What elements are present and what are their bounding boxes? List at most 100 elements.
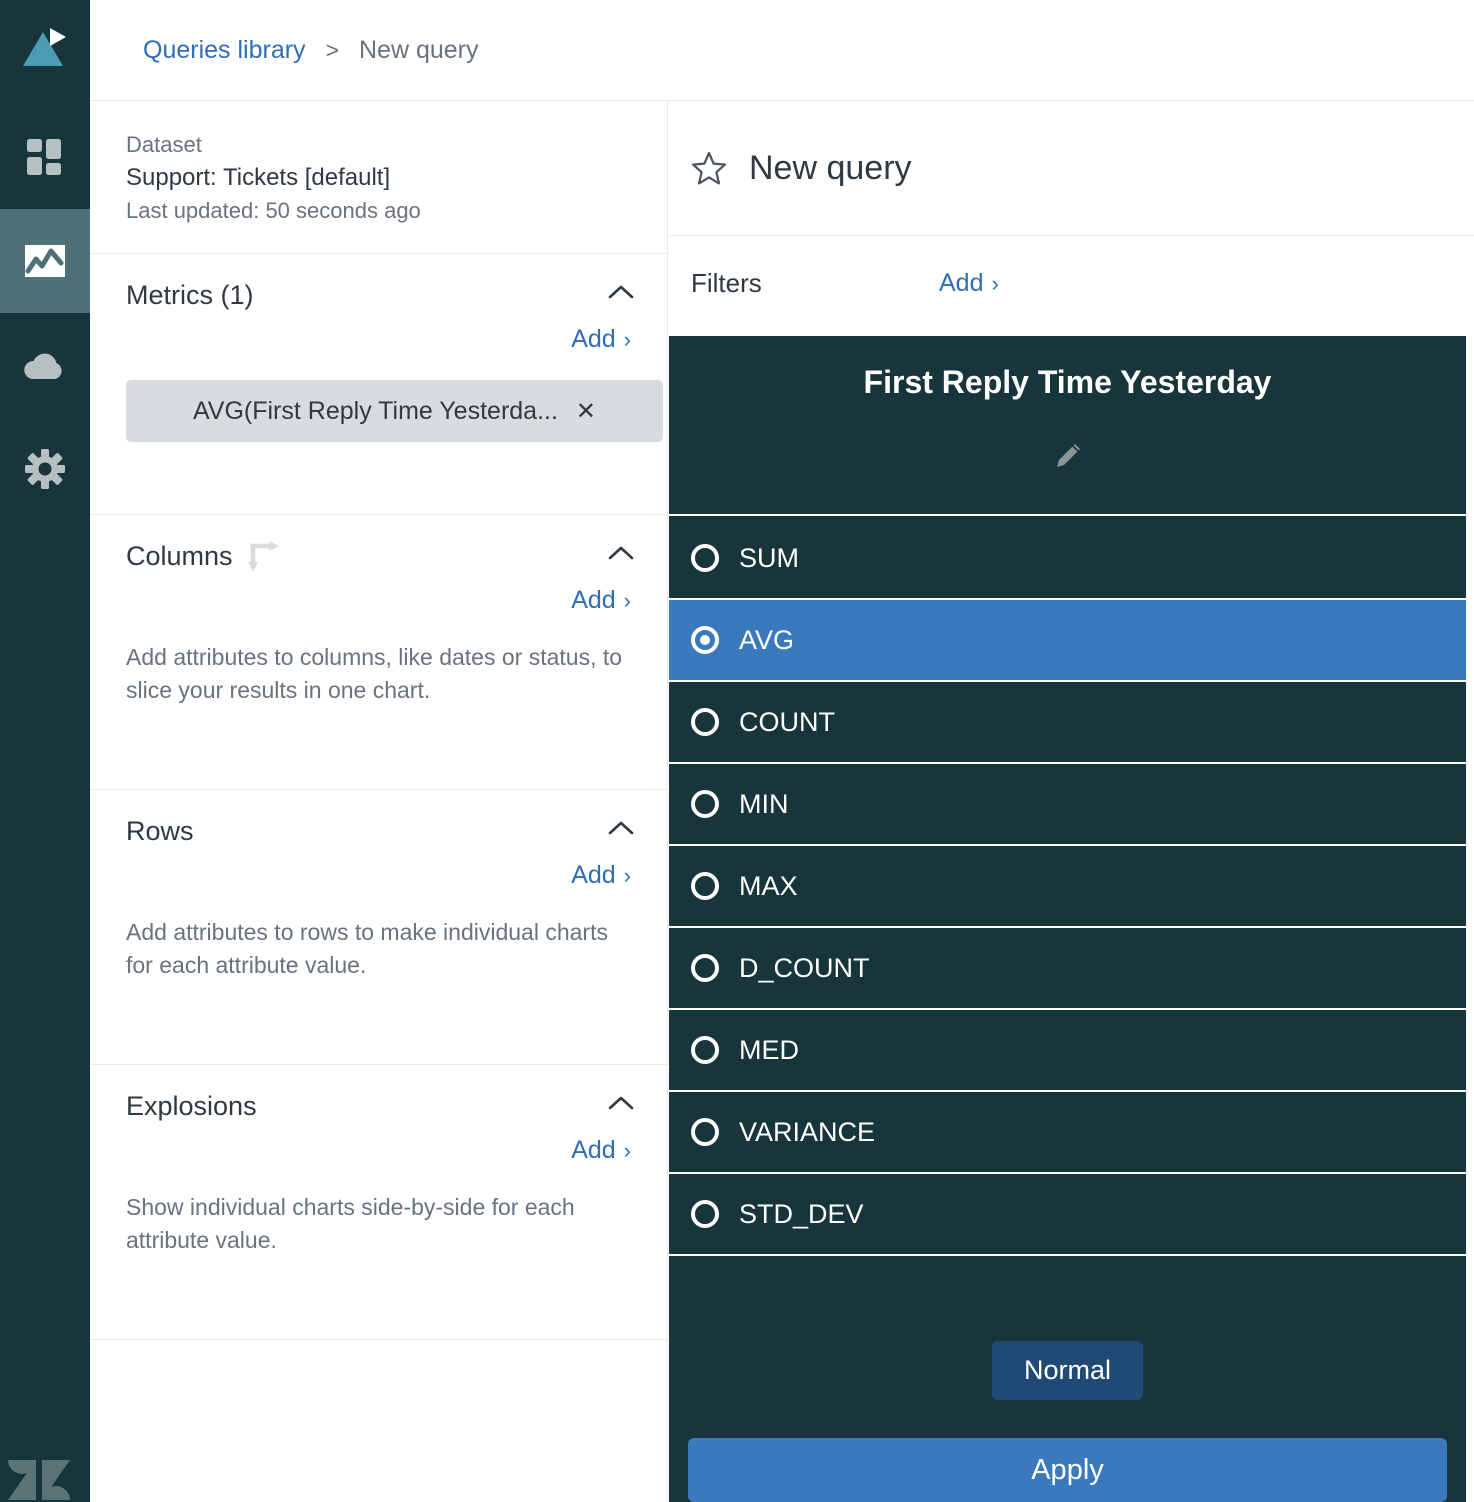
explosions-add-link[interactable]: Add › [571,1136,631,1165]
option-label: MIN [739,788,789,819]
zendesk-logo [8,1440,74,1502]
radio-icon [691,1200,719,1228]
aggregator-option-variance[interactable]: VARIANCE [669,1092,1466,1174]
aggregator-option-min[interactable]: MIN [669,764,1466,846]
aggregator-option-med[interactable]: MED [669,1010,1466,1092]
metrics-add-label: Add [571,325,616,353]
dataset-block[interactable]: Dataset Support: Tickets [default] Last … [90,101,667,254]
chevron-right-icon: › [991,270,999,296]
explosions-add-label: Add [571,1136,616,1164]
explosions-title: Explosions [126,1091,257,1121]
explore-logo [0,0,90,95]
metric-chip-remove-icon[interactable]: ✕ [576,397,596,426]
query-config-column: Dataset Support: Tickets [default] Last … [90,101,668,1502]
option-label: MAX [739,870,798,901]
chart-reports-icon [25,245,65,277]
explosions-collapse-chevron[interactable] [608,1095,634,1111]
columns-add-link[interactable]: Add › [571,586,631,615]
option-label: AVG [739,624,795,655]
explosions-description: Show individual charts side-by-side for … [126,1194,575,1253]
section-metrics: Metrics (1) Add › AVG(First Reply Time Y… [90,254,667,515]
metrics-add-link[interactable]: Add › [571,325,631,354]
filters-row: Filters Add › [669,236,1474,331]
chevron-up-icon [608,285,634,299]
metrics-collapse-chevron[interactable] [608,284,634,300]
sidebar-item-datasets[interactable] [0,313,90,417]
breadcrumb-parent-link[interactable]: Queries library [143,36,306,65]
explore-logo-icon [23,27,66,66]
radio-icon [691,1118,719,1146]
radio-selected-icon [691,626,719,654]
rows-add-label: Add [571,861,616,889]
app-root: Queries library > New query Dataset Supp… [0,0,1474,1502]
aggregator-option-sum[interactable]: SUM [669,518,1466,600]
chevron-right-icon: › [623,1137,631,1163]
aggregator-option-list[interactable]: SUM AVG COUNT MIN MAX D_COUNT MED VARIAN… [669,518,1466,1319]
rows-add-link[interactable]: Add › [571,861,631,890]
rows-spacer [126,982,631,1034]
chevron-up-icon [608,1096,634,1110]
chevron-up-icon [608,821,634,835]
query-preview-column: New query Filters Add › First Reply Time… [669,101,1474,1502]
explosions-spacer [126,1257,631,1309]
chevron-right-icon: › [623,326,631,352]
section-rows: Rows Add › Add attributes to rows to mak… [90,790,667,1065]
option-label: COUNT [739,706,835,737]
metric-chip[interactable]: AVG(First Reply Time Yesterda... ✕ [126,380,663,442]
option-label: STD_DEV [739,1198,864,1229]
filters-label: Filters [691,268,762,298]
breadcrumb-separator: > [325,36,339,63]
global-nav-rail [0,0,90,1502]
rows-description: Add attributes to rows to make individua… [126,919,608,978]
rows-collapse-chevron[interactable] [608,820,634,836]
gear-icon [25,449,65,489]
radio-icon [691,708,719,736]
cloud-upload-icon [24,353,62,379]
section-explosions: Explosions Add › Show individual charts … [90,1065,667,1340]
rows-title: Rows [126,816,194,846]
aggregator-edit-button[interactable] [1053,441,1083,471]
columns-collapse-chevron[interactable] [608,545,634,561]
aggregator-option-d-count[interactable]: D_COUNT [669,928,1466,1010]
favorite-star-button[interactable] [691,151,727,185]
aggregator-footer: Normal Apply [669,1319,1466,1502]
apply-button[interactable]: Apply [688,1438,1447,1502]
breadcrumb-current: New query [359,35,479,64]
aggregator-header: First Reply Time Yesterday [669,336,1466,516]
sidebar-item-settings[interactable] [0,417,90,521]
columns-add-label: Add [571,586,616,614]
sidebar-item-reports[interactable] [0,209,90,313]
aggregator-popover: First Reply Time Yesterday SUM AVG COUNT… [669,336,1466,1502]
query-title-bar: New query [669,101,1474,236]
chevron-right-icon: › [623,862,631,888]
aggregator-title: First Reply Time Yesterday [863,364,1272,400]
metrics-chip-list: AVG(First Reply Time Yesterda... ✕ [126,380,663,442]
columns-description: Add attributes to columns, like dates or… [126,644,623,703]
option-label: D_COUNT [739,952,870,983]
radio-icon [691,872,719,900]
sidebar-item-dashboards[interactable] [0,105,90,209]
aggregator-option-avg[interactable]: AVG [669,600,1466,682]
filters-add-label: Add [939,269,984,297]
radio-icon [691,790,719,818]
dashboard-grid-icon [27,139,61,175]
dataset-name: Support: Tickets [default] [126,164,391,191]
radio-icon [691,1036,719,1064]
dataset-label: Dataset [126,132,202,157]
aggregator-option-count[interactable]: COUNT [669,682,1466,764]
pencil-edit-icon [1056,444,1080,467]
metrics-spacer [126,442,631,484]
filters-add-link[interactable]: Add › [939,269,999,298]
star-outline-icon [691,151,727,185]
aggregator-option-max[interactable]: MAX [669,846,1466,928]
dataset-last-updated: Last updated: 50 seconds ago [126,198,421,223]
metric-chip-label: AVG(First Reply Time Yesterda... [192,396,558,425]
chevron-up-icon [608,546,634,560]
columns-title: Columns [126,541,233,571]
aggregator-option-std-dev[interactable]: STD_DEV [669,1174,1466,1256]
metrics-title: Metrics (1) [126,280,254,310]
normal-button[interactable]: Normal [991,1341,1143,1400]
query-title: New query [749,148,912,187]
zendesk-logo-icon [8,1460,70,1500]
columns-swap-button[interactable] [247,541,281,572]
